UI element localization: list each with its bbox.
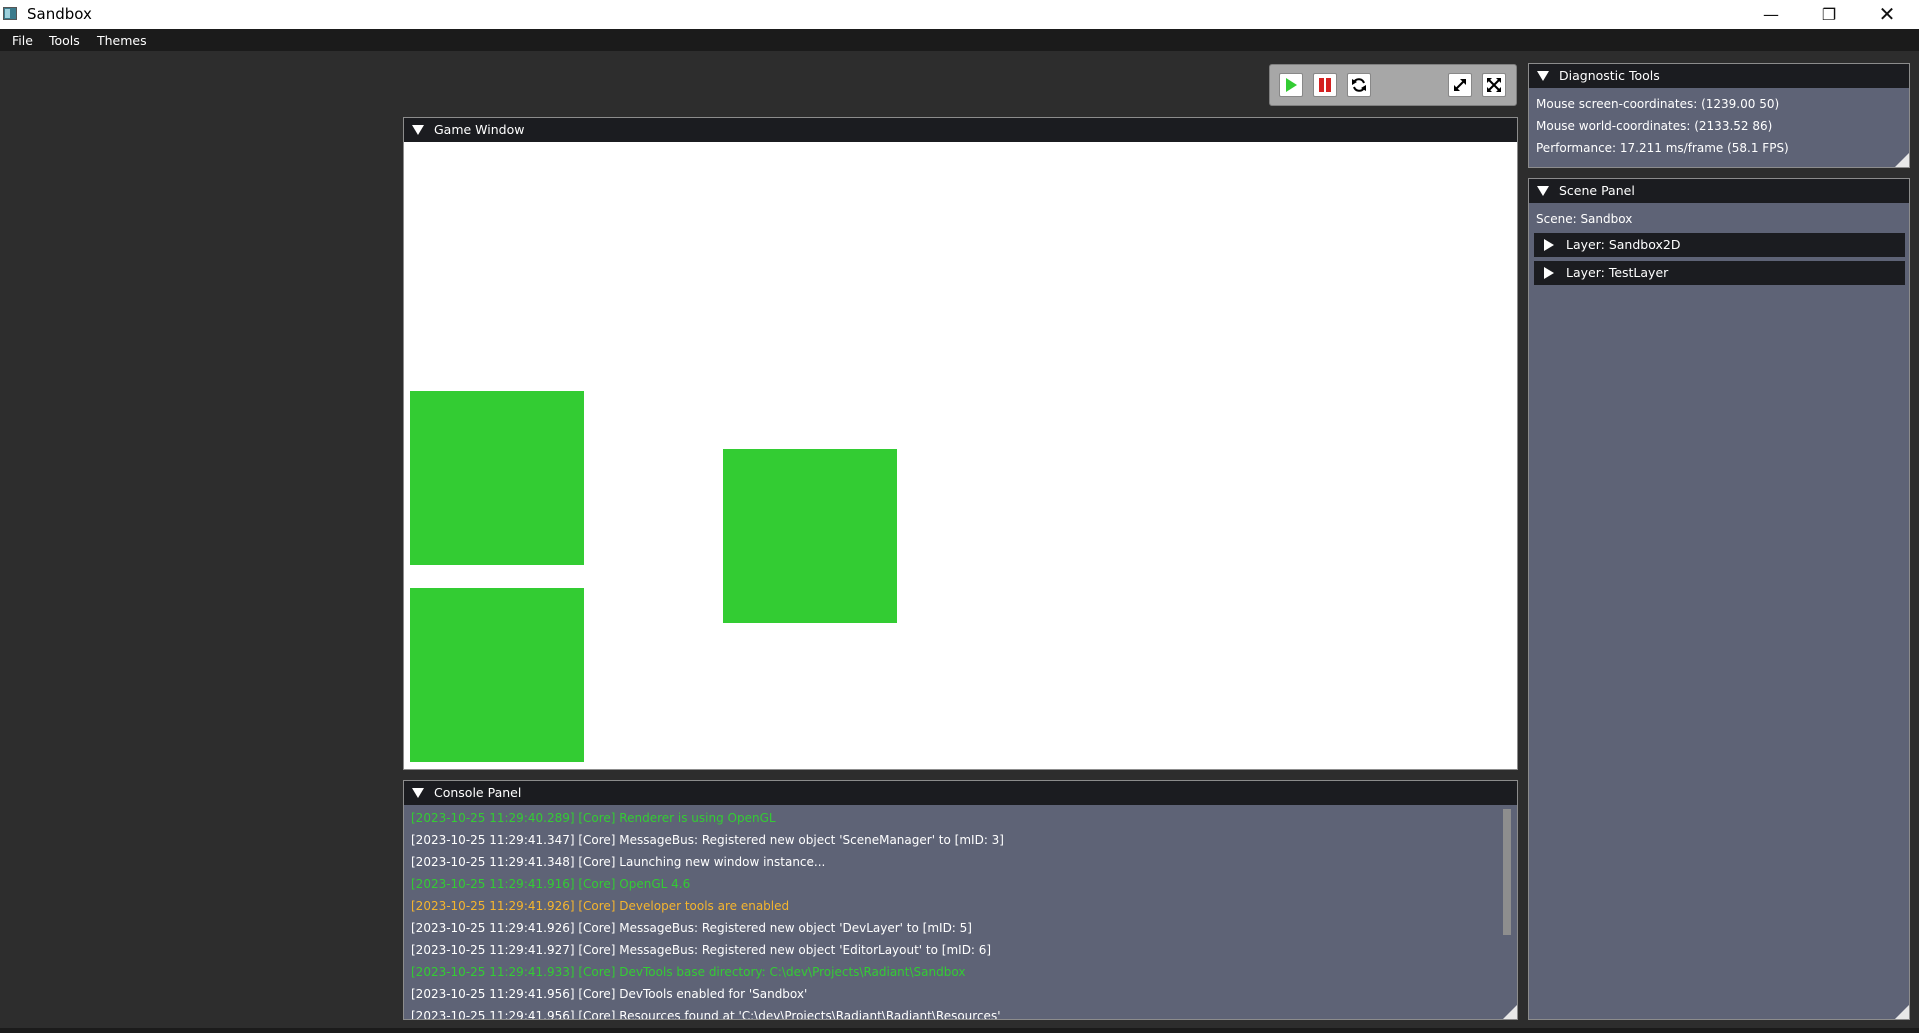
performance-readout: Performance: 17.211 ms/frame (58.1 FPS) <box>1536 141 1789 155</box>
log-line: [2023-10-25 11:29:41.933] [Core] DevTool… <box>411 965 966 979</box>
menu-themes[interactable]: Themes <box>97 33 147 48</box>
window-title: Sandbox <box>27 5 92 23</box>
title-bar: Sandbox — ❐ ✕ <box>0 0 1919 29</box>
green-square-sprite <box>410 588 584 762</box>
collapse-icon[interactable] <box>412 788 424 798</box>
layer-name: Layer: TestLayer <box>1566 265 1669 280</box>
app-icon <box>3 7 17 20</box>
menu-tools[interactable]: Tools <box>49 33 80 48</box>
resize-grip[interactable] <box>1895 1005 1909 1019</box>
maximize-button[interactable]: ❐ <box>1800 0 1858 29</box>
refresh-button[interactable] <box>1347 73 1371 97</box>
expand-button[interactable] <box>1448 73 1472 97</box>
console-panel: Console Panel [2023-10-25 11:29:40.289] … <box>403 780 1518 1020</box>
console-panel-header[interactable]: Console Panel <box>404 781 1517 805</box>
minimize-button[interactable]: — <box>1742 0 1800 29</box>
diagnostic-tools-title: Diagnostic Tools <box>1559 68 1660 83</box>
layer-item-sandbox2d[interactable]: Layer: Sandbox2D <box>1534 233 1905 257</box>
collapse-icon[interactable] <box>412 125 424 135</box>
mouse-screen-coordinates: Mouse screen-coordinates: (1239.00 50) <box>1536 97 1780 111</box>
collapse-icon[interactable] <box>1537 186 1549 196</box>
log-line: [2023-10-25 11:29:41.927] [Core] Message… <box>411 943 992 957</box>
log-line: [2023-10-25 11:29:41.916] [Core] OpenGL … <box>411 877 691 891</box>
layer-name: Layer: Sandbox2D <box>1566 237 1681 252</box>
green-square-sprite <box>410 391 584 565</box>
log-line: [2023-10-25 11:29:41.348] [Core] Launchi… <box>411 855 826 869</box>
log-line: [2023-10-25 11:29:41.926] [Core] Develop… <box>411 899 790 913</box>
game-window-title: Game Window <box>434 122 525 137</box>
play-button[interactable] <box>1279 73 1303 97</box>
pause-icon <box>1319 78 1331 92</box>
log-line: [2023-10-25 11:29:41.926] [Core] Message… <box>411 921 972 935</box>
diagnostic-tools-panel: Diagnostic Tools Mouse screen-coordinate… <box>1528 63 1910 168</box>
layer-item-testlayer[interactable]: Layer: TestLayer <box>1534 261 1905 285</box>
close-button[interactable]: ✕ <box>1858 0 1916 29</box>
log-line: [2023-10-25 11:29:41.956] [Core] Resourc… <box>411 1009 1001 1019</box>
expand-arrow-icon[interactable] <box>1544 239 1554 251</box>
play-icon <box>1286 78 1297 92</box>
game-viewport[interactable] <box>404 142 1517 769</box>
pause-button[interactable] <box>1313 73 1337 97</box>
green-square-sprite <box>723 449 897 623</box>
resize-grip[interactable] <box>1503 1005 1517 1019</box>
collapse-icon[interactable] <box>1537 71 1549 81</box>
menu-file[interactable]: File <box>12 33 33 48</box>
expand-icon <box>1454 79 1466 91</box>
scene-panel-header[interactable]: Scene Panel <box>1529 179 1909 203</box>
log-line: [2023-10-25 11:29:41.956] [Core] DevTool… <box>411 987 808 1001</box>
resize-grip[interactable] <box>1895 153 1909 167</box>
game-window-panel: Game Window <box>403 117 1518 770</box>
bottom-edge <box>0 1028 1919 1033</box>
expand-arrow-icon[interactable] <box>1544 267 1554 279</box>
fullscreen-icon <box>1487 78 1501 92</box>
diagnostic-tools-header[interactable]: Diagnostic Tools <box>1529 64 1909 88</box>
game-window-header[interactable]: Game Window <box>404 118 1517 142</box>
playback-toolbar <box>1269 64 1517 106</box>
refresh-icon <box>1352 78 1366 92</box>
log-line: [2023-10-25 11:29:41.347] [Core] Message… <box>411 833 1004 847</box>
fullscreen-button[interactable] <box>1482 73 1506 97</box>
console-scrollbar[interactable] <box>1503 809 1511 935</box>
scene-panel-title: Scene Panel <box>1559 183 1635 198</box>
log-line: [2023-10-25 11:29:40.289] [Core] Rendere… <box>411 811 776 825</box>
mouse-world-coordinates: Mouse world-coordinates: (2133.52 86) <box>1536 119 1773 133</box>
scene-name: Scene: Sandbox <box>1536 212 1633 226</box>
console-log[interactable]: [2023-10-25 11:29:40.289] [Core] Rendere… <box>404 805 1503 1019</box>
console-panel-title: Console Panel <box>434 785 522 800</box>
scene-panel: Scene Panel Scene: Sandbox Layer: Sandbo… <box>1528 178 1910 1020</box>
menu-bar: File Tools Themes <box>0 29 1919 51</box>
